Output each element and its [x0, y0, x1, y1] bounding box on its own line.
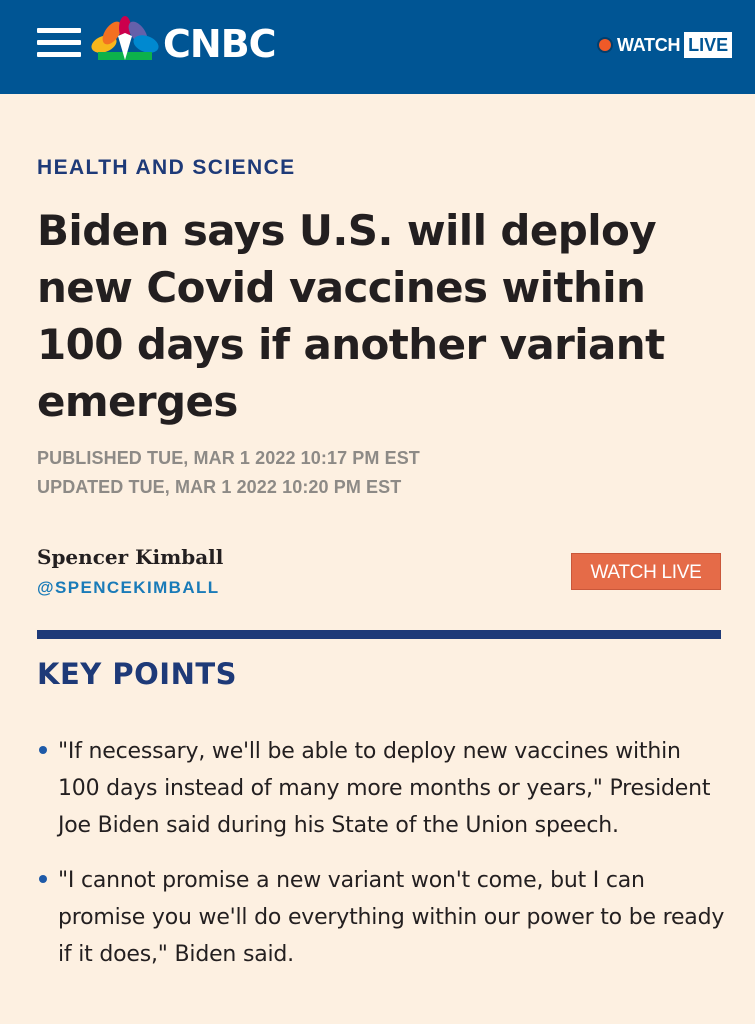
live-dot-icon: [599, 39, 611, 51]
watch-live-header-link[interactable]: WATCH LIVE: [599, 30, 733, 60]
key-points-heading: KEY POINTS: [37, 657, 238, 691]
live-badge: LIVE: [684, 32, 733, 58]
key-point-item: "If necessary, we'll be able to deploy n…: [37, 733, 727, 844]
brand-logo-text[interactable]: CNBC: [163, 20, 277, 68]
updated-date: UPDATED TUE, MAR 1 2022 10:20 PM EST: [37, 477, 402, 497]
article-headline: Biden says U.S. will deploy new Covid va…: [37, 206, 665, 426]
author-name[interactable]: Spencer Kimball: [37, 545, 223, 569]
watch-live-button[interactable]: WATCH LIVE: [571, 553, 721, 590]
key-points-list: "If necessary, we'll be able to deploy n…: [37, 733, 727, 991]
watch-label: WATCH: [617, 34, 681, 55]
top-nav-bar: CNBC WATCH LIVE: [0, 0, 755, 94]
key-point-item: "I cannot promise a new variant won't co…: [37, 862, 727, 973]
key-points-divider: [37, 630, 721, 639]
bullet-icon: [39, 875, 47, 883]
key-point-text: "If necessary, we'll be able to deploy n…: [58, 739, 711, 838]
published-date: PUBLISHED TUE, MAR 1 2022 10:17 PM EST: [37, 448, 420, 468]
peacock-icon[interactable]: [90, 16, 160, 62]
bullet-icon: [39, 746, 47, 754]
section-label[interactable]: HEALTH AND SCIENCE: [37, 156, 296, 180]
key-point-text: "I cannot promise a new variant won't co…: [58, 868, 725, 967]
author-handle[interactable]: @SPENCEKIMBALL: [37, 578, 220, 598]
menu-icon[interactable]: [37, 28, 81, 58]
